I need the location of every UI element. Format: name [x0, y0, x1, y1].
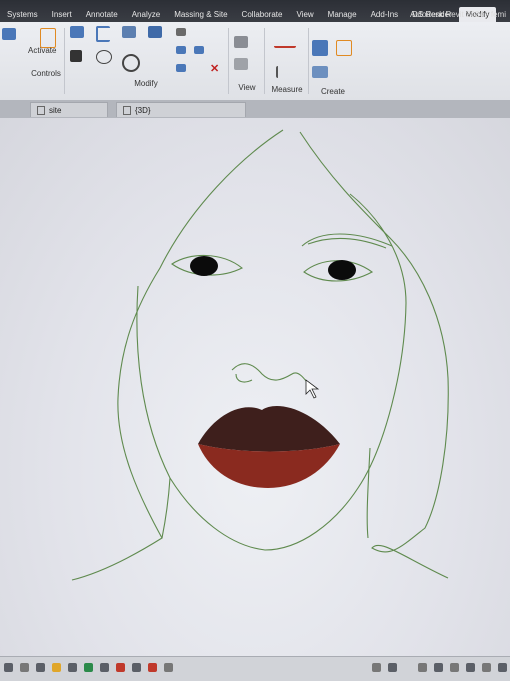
house-3d-icon — [123, 105, 131, 115]
tab-site-label: site — [49, 105, 62, 115]
drawing-area[interactable] — [0, 118, 510, 656]
filter-icon[interactable] — [498, 663, 507, 672]
tab-view[interactable]: View — [289, 10, 320, 22]
modify-label: Modify — [134, 79, 158, 88]
properties-icon[interactable] — [2, 28, 16, 40]
create-label: Create — [320, 87, 345, 96]
align-icon[interactable] — [70, 26, 84, 38]
hair-outline-right — [299, 131, 449, 579]
hair-outline — [71, 129, 284, 581]
worksets-icon[interactable] — [372, 663, 381, 672]
move-icon[interactable] — [70, 50, 82, 62]
scale-icon[interactable] — [4, 663, 13, 672]
override-graphics-icon[interactable] — [234, 58, 248, 70]
face-drawing — [71, 129, 449, 581]
tab-collaborate[interactable]: Collaborate — [235, 10, 290, 22]
analytical-model-icon[interactable] — [164, 663, 173, 672]
shadows-icon[interactable] — [68, 663, 77, 672]
measure-label: Measure — [271, 85, 303, 94]
activate-icon[interactable] — [40, 28, 56, 48]
ribbon-separator — [308, 28, 309, 94]
app-title: Autodesk Revit 2024 - femi — [409, 10, 506, 19]
view-label: View — [238, 83, 256, 92]
mirror-draw-icon[interactable] — [148, 26, 162, 38]
status-bar — [0, 656, 510, 681]
create-parts-icon[interactable] — [336, 40, 352, 56]
mouse-cursor — [305, 379, 320, 399]
hide-isolate-icon[interactable] — [116, 663, 125, 672]
create-assembly-icon[interactable] — [312, 40, 328, 56]
right-pupil — [328, 260, 356, 280]
tab-3d[interactable]: {3D} — [116, 102, 246, 117]
face-outline — [136, 193, 407, 551]
neck-left — [161, 477, 171, 539]
modify-group: ✕ Modify — [66, 22, 226, 100]
dimension-icon[interactable] — [276, 66, 288, 78]
ribbon-separator — [264, 28, 265, 94]
pin-icon[interactable] — [194, 46, 204, 54]
left-pupil — [190, 256, 218, 276]
detail-level-icon[interactable] — [20, 663, 29, 672]
nose-bridge — [235, 373, 253, 383]
menu-bar: Systems Insert Annotate Analyze Massing … — [0, 0, 510, 22]
neck-right — [366, 447, 371, 539]
tab-annotate[interactable]: Annotate — [79, 10, 125, 22]
mirror-axis-icon[interactable] — [122, 26, 136, 38]
hide-icon[interactable] — [234, 36, 248, 48]
nose-line — [231, 363, 311, 387]
sun-path-icon[interactable] — [52, 663, 61, 672]
measure-icon[interactable] — [274, 40, 296, 48]
offset-icon[interactable] — [96, 26, 110, 42]
drag-elements-icon[interactable] — [482, 663, 491, 672]
copy-icon[interactable] — [96, 50, 112, 64]
reveal-hidden-icon[interactable] — [132, 663, 141, 672]
activate-button[interactable]: Activate — [28, 46, 56, 55]
ribbon-separator — [228, 28, 229, 94]
ribbon-separator — [64, 28, 65, 94]
view-tab-bar: site {3D} — [0, 100, 510, 119]
render-icon[interactable] — [84, 663, 93, 672]
rotate-icon[interactable] — [122, 54, 140, 72]
ribbon: Activate Controls ✕ Modify View Measure — [0, 22, 510, 101]
tab-systems[interactable]: Systems — [0, 10, 45, 22]
tab-add-ins[interactable]: Add-Ins — [364, 10, 406, 22]
floor-plan-icon — [37, 105, 45, 115]
create-group-icon[interactable] — [312, 66, 328, 78]
scale-icon[interactable] — [176, 64, 186, 72]
tab-insert[interactable]: Insert — [45, 10, 79, 22]
select-pinned-icon[interactable] — [450, 663, 459, 672]
tab-manage[interactable]: Manage — [321, 10, 364, 22]
tab-massing-site[interactable]: Massing & Site — [167, 10, 234, 22]
tab-analyze[interactable]: Analyze — [125, 10, 167, 22]
create-group: Create — [310, 22, 356, 100]
temporary-view-icon[interactable] — [148, 663, 157, 672]
tab-3d-label: {3D} — [135, 105, 151, 115]
select-underlay-icon[interactable] — [434, 663, 443, 672]
design-options-icon[interactable] — [388, 663, 397, 672]
tab-site[interactable]: site — [30, 102, 108, 117]
split-icon[interactable] — [176, 28, 186, 36]
select-by-face-icon[interactable] — [466, 663, 475, 672]
delete-icon[interactable]: ✕ — [210, 62, 224, 75]
view-group: View — [230, 22, 264, 100]
upper-lip — [198, 406, 340, 452]
measure-group: Measure — [266, 22, 308, 100]
array-icon[interactable] — [176, 46, 186, 54]
visual-style-icon[interactable] — [36, 663, 45, 672]
select-links-icon[interactable] — [418, 663, 427, 672]
right-eyebrow — [301, 233, 393, 247]
crop-view-icon[interactable] — [100, 663, 109, 672]
